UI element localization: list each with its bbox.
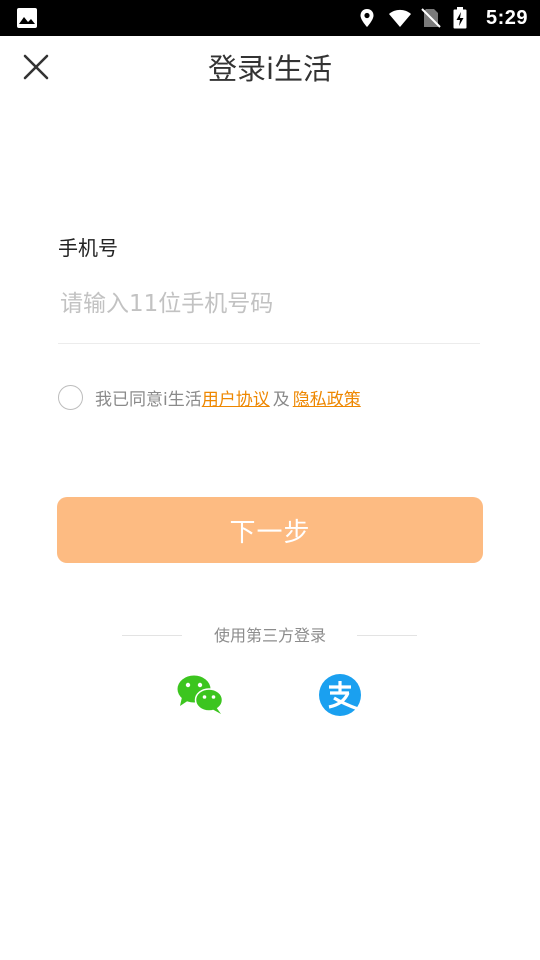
agreement-row: 我已同意i生活 用户协议 及 隐私政策 [58, 382, 361, 412]
phone-label: 手机号 [58, 236, 118, 260]
input-divider [58, 343, 480, 344]
wifi-icon [388, 7, 411, 29]
alipay-icon [318, 674, 362, 721]
privacy-policy-link[interactable]: 隐私政策 [293, 385, 361, 410]
user-agreement-link[interactable]: 用户协议 [202, 385, 270, 410]
divider-line-right [357, 635, 417, 636]
third-party-login-divider: 使用第三方登录 [0, 624, 540, 648]
agreement-and: 及 [272, 389, 290, 410]
status-time: 5:29 [485, 6, 528, 29]
phone-input[interactable] [58, 282, 480, 326]
wechat-login-button[interactable] [176, 674, 224, 716]
battery-charging-icon [452, 7, 474, 29]
third-party-login-label: 使用第三方登录 [213, 626, 326, 645]
wechat-icon [176, 675, 224, 720]
alipay-login-button[interactable] [318, 673, 362, 717]
agreement-prefix: 我已同意i生活 [95, 389, 202, 410]
agreement-checkbox[interactable] [58, 384, 83, 410]
header: 登录i生活 [0, 36, 540, 102]
no-sim-icon [420, 7, 442, 29]
location-icon [356, 7, 378, 29]
next-button[interactable]: 下一步 [57, 497, 483, 563]
status-bar: 5:29 [0, 0, 540, 36]
image-icon [16, 7, 38, 29]
page-title: 登录i生活 [207, 52, 333, 86]
